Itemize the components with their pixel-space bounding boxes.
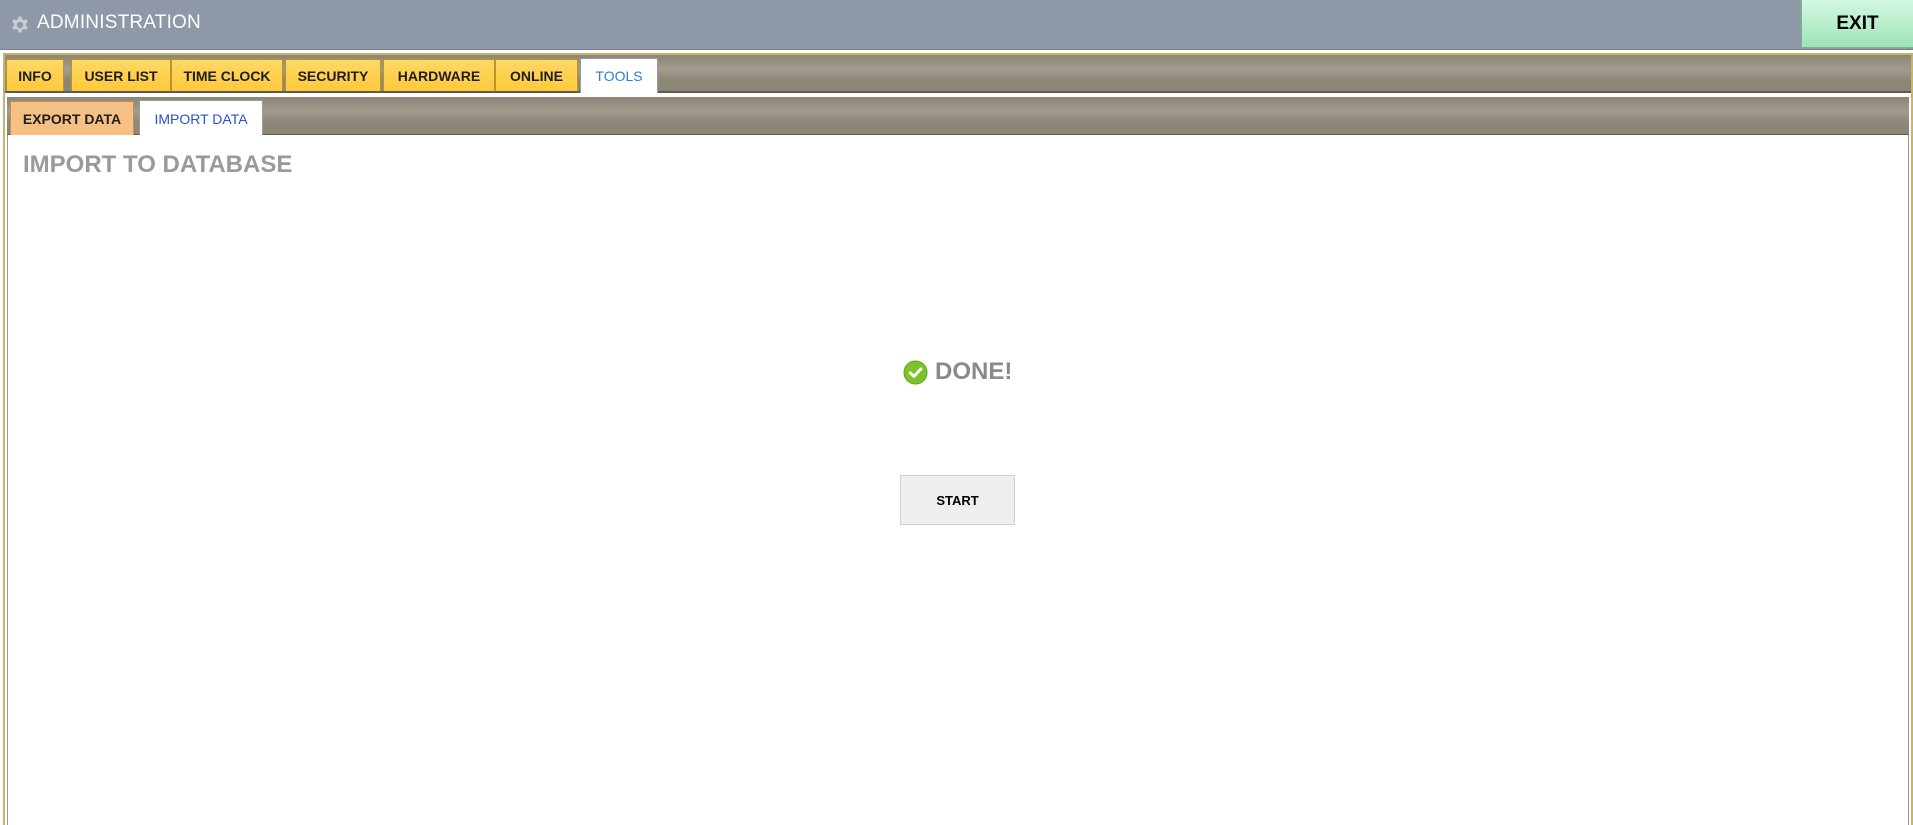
- tab-user-list[interactable]: USER LIST: [71, 59, 171, 91]
- title-bar: ADMINISTRATION EXIT: [0, 0, 1913, 50]
- main-tab-strip: INFO USER LIST TIME CLOCK SECURITY HARDW…: [5, 55, 1911, 93]
- tab-info[interactable]: INFO: [6, 59, 64, 91]
- status-text: DONE!: [935, 358, 1013, 385]
- subtab-import-data[interactable]: IMPORT DATA: [139, 100, 263, 136]
- exit-button[interactable]: EXIT: [1801, 0, 1913, 48]
- start-button[interactable]: START: [900, 475, 1015, 525]
- gear-icon: [11, 16, 29, 33]
- sub-tab-strip: EXPORT DATA IMPORT DATA: [7, 97, 1909, 136]
- check-circle-icon: [903, 359, 928, 385]
- tab-security[interactable]: SECURITY: [285, 59, 381, 91]
- status-message: DONE!: [903, 358, 1012, 386]
- subtab-export-data[interactable]: EXPORT DATA: [10, 101, 134, 135]
- tab-time-clock[interactable]: TIME CLOCK: [171, 59, 283, 91]
- section-title: IMPORT TO DATABASE: [23, 151, 293, 178]
- tab-hardware[interactable]: HARDWARE: [383, 59, 495, 91]
- window-title: ADMINISTRATION: [37, 12, 201, 33]
- tab-tools[interactable]: TOOLS: [580, 58, 658, 93]
- tab-online[interactable]: ONLINE: [495, 59, 578, 91]
